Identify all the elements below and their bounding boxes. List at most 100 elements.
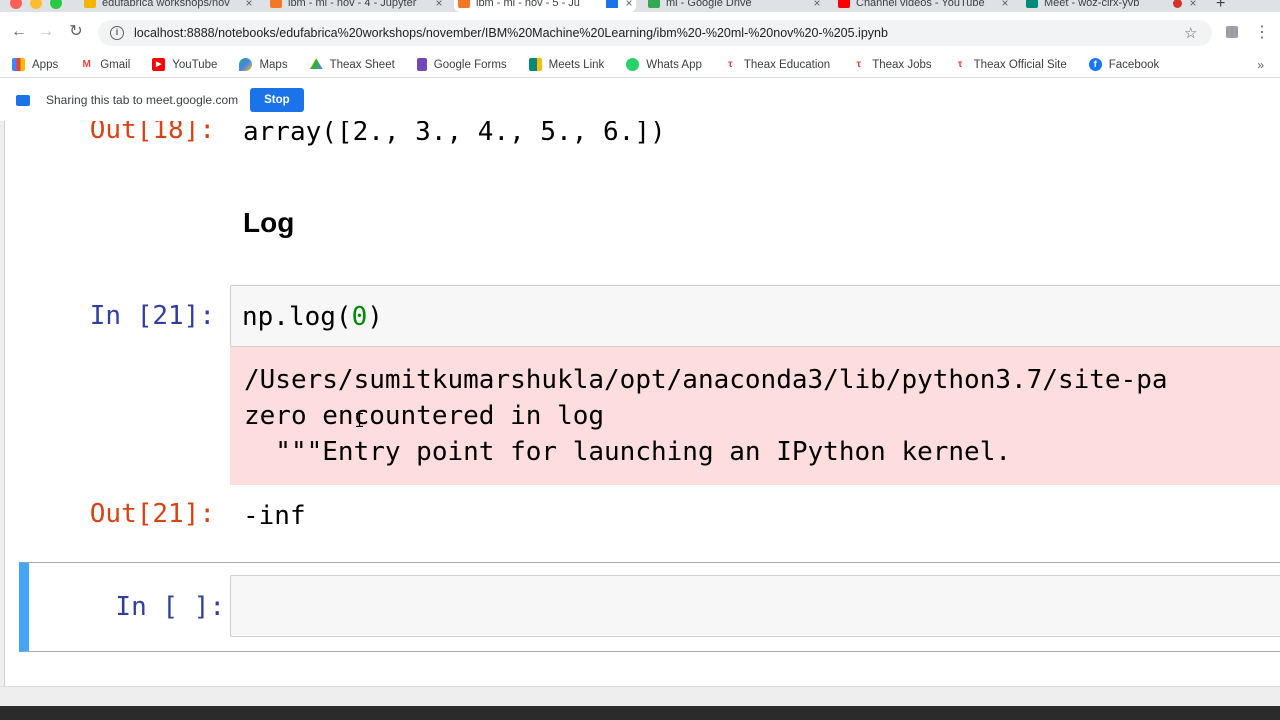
bookmark-star-icon[interactable]: ☆ bbox=[1184, 24, 1204, 42]
code-line[interactable]: np.log(0) bbox=[242, 302, 383, 332]
minimize-window-icon[interactable] bbox=[30, 0, 42, 9]
recording-indicator-icon bbox=[1173, 0, 1182, 8]
jupyter-favicon-icon bbox=[458, 0, 470, 8]
close-tab-icon[interactable]: × bbox=[242, 0, 256, 10]
out-18-prompt: Out[18]: bbox=[89, 121, 215, 145]
close-tab-icon[interactable]: × bbox=[1186, 0, 1200, 10]
out-21-value: -inf bbox=[243, 501, 306, 531]
bookmark-label: Google Forms bbox=[433, 58, 507, 71]
tab-title: ibm - ml - nov - 5 - Ju bbox=[476, 0, 580, 9]
bookmark-facebook[interactable]: f Facebook bbox=[1088, 58, 1160, 71]
youtube-favicon-icon bbox=[838, 0, 850, 8]
bookmark-maps[interactable]: Maps bbox=[239, 58, 288, 71]
out-18-value: array([2., 3., 4., 5., 6.]) bbox=[243, 121, 666, 147]
numeric-literal: 0 bbox=[351, 302, 368, 332]
bookmark-theax-jobs[interactable]: τ Theax Jobs bbox=[852, 58, 931, 71]
bookmark-theax-education[interactable]: τ Theax Education bbox=[724, 58, 830, 71]
forms-icon bbox=[416, 58, 427, 71]
sharing-indicator-icon bbox=[606, 0, 618, 8]
extension-icon[interactable] bbox=[1226, 26, 1238, 38]
new-tab-icon[interactable]: + bbox=[1216, 0, 1225, 12]
facebook-icon: f bbox=[1088, 58, 1102, 71]
close-window-icon[interactable] bbox=[10, 0, 22, 9]
out-21-prompt: Out[21]: bbox=[89, 499, 215, 529]
close-tab-icon[interactable]: × bbox=[432, 0, 446, 10]
close-tab-icon[interactable]: × bbox=[810, 0, 824, 10]
tab-favicon-icon bbox=[84, 0, 96, 8]
close-tab-icon[interactable]: × bbox=[622, 0, 636, 10]
back-arrow-icon[interactable]: ← bbox=[9, 22, 29, 42]
browser-toolbar: ← → ↻ i localhost:8888/notebooks/edufabr… bbox=[0, 12, 1280, 52]
reload-icon[interactable]: ↻ bbox=[66, 22, 86, 42]
bookmark-label: Theax Education bbox=[743, 58, 831, 71]
tab-title: ibm - ml - nov - 4 - Jupyter bbox=[288, 0, 417, 9]
whatsapp-icon bbox=[626, 58, 640, 71]
browser-menu-icon[interactable]: ⋮ bbox=[1254, 22, 1270, 42]
bookmark-label: Facebook bbox=[1108, 58, 1160, 71]
bookmark-whats-app[interactable]: Whats App bbox=[626, 58, 702, 71]
bookmark-label: Maps bbox=[259, 58, 288, 71]
meet-icon bbox=[528, 58, 542, 71]
address-bar[interactable]: i localhost:8888/notebooks/edufabrica%20… bbox=[98, 20, 1212, 46]
bookmark-label: YouTube bbox=[172, 58, 218, 71]
stop-sharing-button[interactable]: Stop bbox=[250, 88, 304, 112]
in-21-prompt: In [21]: bbox=[89, 301, 215, 331]
close-tab-icon[interactable]: × bbox=[998, 0, 1012, 10]
meet-favicon-icon bbox=[1026, 0, 1038, 8]
bookmark-label: Theax Official Site bbox=[973, 58, 1067, 71]
more-bookmarks-icon[interactable]: » bbox=[1257, 58, 1264, 72]
drive-icon bbox=[309, 58, 323, 70]
browser-tab[interactable]: ibm - ml - nov - 4 - Jupyter × bbox=[266, 0, 446, 12]
browser-tab[interactable]: Meet - woz-cirx-yvb × bbox=[1022, 0, 1200, 12]
tab-title: edufabrica workshops/nov bbox=[102, 0, 230, 9]
bookmark-youtube[interactable]: ▶ YouTube bbox=[152, 58, 217, 71]
selected-code-cell[interactable]: In [ ]: bbox=[19, 562, 1280, 652]
bookmark-theax-official-site[interactable]: τ Theax Official Site bbox=[954, 58, 1067, 71]
bookmark-label: Gmail bbox=[100, 58, 131, 71]
tab-title: Meet - woz-cirx-yvb bbox=[1044, 0, 1140, 9]
jupyter-favicon-icon bbox=[270, 0, 282, 8]
tab-title: Channel videos - YouTube bbox=[856, 0, 985, 9]
in-empty-prompt: In [ ]: bbox=[115, 592, 225, 622]
tab-sharing-bar: Sharing this tab to meet.google.com Stop bbox=[0, 79, 1280, 121]
tab-title: ml - Google Drive bbox=[666, 0, 752, 9]
site-info-icon[interactable]: i bbox=[110, 26, 124, 40]
apps-grid-icon bbox=[12, 58, 25, 71]
empty-code-input[interactable] bbox=[230, 575, 1280, 637]
browser-tab-active[interactable]: ibm - ml - nov - 5 - Ju × bbox=[454, 0, 636, 12]
browser-tab[interactable]: edufabrica workshops/nov × bbox=[80, 0, 256, 12]
forward-arrow-icon[interactable]: → bbox=[36, 22, 56, 42]
bookmark-label: Theax Jobs bbox=[872, 58, 932, 71]
maximize-window-icon[interactable] bbox=[50, 0, 62, 9]
bookmark-label: Whats App bbox=[646, 58, 702, 71]
text-cursor-icon bbox=[356, 413, 363, 427]
theax-icon: τ bbox=[728, 59, 733, 70]
bookmarks-bar: Apps M Gmail ▶ YouTube Maps Theax Sheet … bbox=[0, 52, 1280, 78]
code-cell-input[interactable]: np.log(0) bbox=[230, 285, 1280, 347]
bookmark-google-forms[interactable]: Google Forms bbox=[416, 58, 507, 71]
sharing-status-text: Sharing this tab to meet.google.com bbox=[46, 93, 239, 107]
stderr-line: zero encountered in log bbox=[244, 401, 605, 431]
bookmark-label: Theax Sheet bbox=[329, 58, 395, 71]
maps-icon bbox=[239, 58, 253, 71]
bookmark-apps[interactable]: Apps bbox=[12, 58, 58, 71]
browser-tab[interactable]: Channel videos - YouTube × bbox=[834, 0, 1012, 12]
theax-icon: τ bbox=[856, 59, 861, 70]
notebook-bottom-area bbox=[0, 686, 1280, 706]
bookmark-meets-link[interactable]: Meets Link bbox=[528, 58, 605, 71]
stderr-output: /Users/sumitkumarshukla/opt/anaconda3/li… bbox=[230, 347, 1280, 485]
bookmark-gmail[interactable]: M Gmail bbox=[80, 58, 131, 71]
browser-tab[interactable]: ml - Google Drive × bbox=[644, 0, 824, 12]
screen-share-icon bbox=[16, 94, 30, 106]
notebook-container[interactable]: Out[18]: array([2., 3., 4., 5., 6.]) Log… bbox=[0, 121, 1280, 686]
bookmark-theax-sheet[interactable]: Theax Sheet bbox=[309, 58, 395, 71]
theax-icon: τ bbox=[957, 59, 963, 70]
gmail-icon: M bbox=[82, 59, 91, 70]
youtube-icon: ▶ bbox=[152, 58, 166, 71]
stderr-line: """Entry point for launching an IPython … bbox=[244, 437, 1012, 467]
url-text[interactable]: localhost:8888/notebooks/edufabrica%20wo… bbox=[134, 26, 1184, 40]
markdown-heading-log[interactable]: Log bbox=[243, 207, 294, 239]
bookmark-label: Apps bbox=[32, 58, 59, 71]
notebook-page: Out[18]: array([2., 3., 4., 5., 6.]) Log… bbox=[4, 121, 1280, 686]
bookmark-label: Meets Link bbox=[548, 58, 605, 71]
